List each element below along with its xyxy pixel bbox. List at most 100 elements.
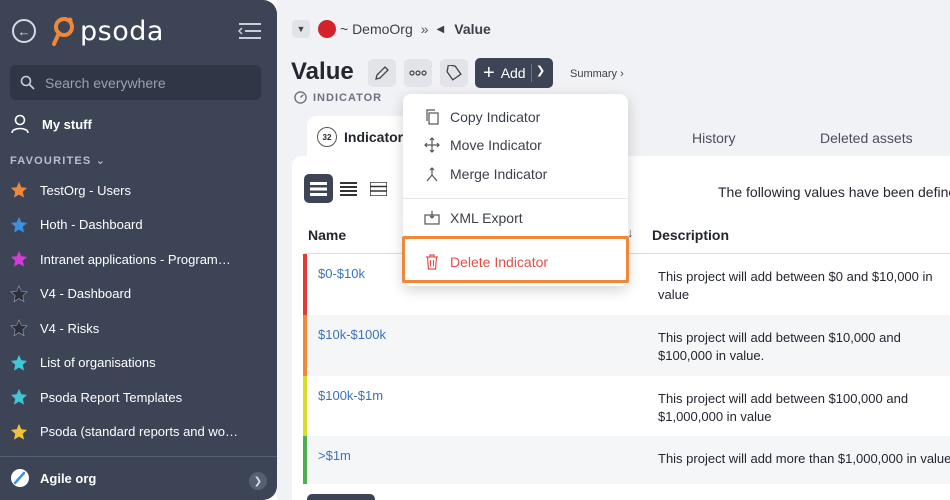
column-header-description[interactable]: Description (652, 227, 729, 243)
favourite-item[interactable]: List of organisations (10, 346, 270, 381)
tab-indicator-label: Indicator (344, 129, 404, 145)
user-icon (11, 114, 29, 134)
gauge-icon (294, 91, 307, 104)
move-icon (423, 136, 441, 154)
favourite-label: Hoth - Dashboard (40, 217, 143, 233)
org-avatar-icon (318, 20, 336, 38)
row-name-link[interactable]: $10k-$100k (318, 327, 386, 342)
page-title: Value (291, 58, 354, 85)
star-icon (10, 284, 28, 302)
tab-count-badge: 32 (317, 127, 337, 147)
summary-link[interactable]: Summary › (570, 68, 624, 80)
table-row[interactable]: $10k-$100k This project will add between… (303, 315, 950, 376)
row-color-bar (303, 436, 307, 484)
favourite-item[interactable]: TestOrg - Users (10, 173, 270, 208)
row-name-link[interactable]: >$1m (318, 448, 351, 463)
back-arrow-icon[interactable]: ← (12, 19, 36, 43)
column-header-name[interactable]: Name (308, 227, 346, 243)
star-icon (10, 216, 28, 233)
favourite-item[interactable]: Psoda Report Templates (10, 380, 270, 415)
menu-item-label: XML Export (450, 210, 523, 226)
search-input[interactable] (45, 74, 255, 91)
favourite-item[interactable]: Intranet applications - Programme... (10, 242, 270, 277)
org-icon (11, 469, 29, 487)
row-description: This project will add between $10,000 an… (658, 330, 901, 363)
collapse-sidebar-icon[interactable] (237, 21, 263, 41)
star-icon (10, 389, 28, 405)
row-description: This project will add between $100,000 a… (658, 391, 909, 424)
copy-icon (423, 108, 441, 126)
table-row[interactable]: $100k-$1m This project will add between … (303, 376, 950, 437)
tab-history[interactable]: History (692, 130, 736, 146)
favourite-label: Psoda Report Templates (40, 389, 183, 405)
tab-indicator[interactable]: 32 Indicator (307, 116, 412, 158)
org-switcher[interactable]: Agile org (10, 468, 96, 488)
compact-view-button[interactable] (334, 174, 363, 203)
sidebar-divider (0, 456, 277, 457)
dense-view-button[interactable] (364, 174, 393, 203)
favourite-item[interactable]: Psoda (standard reports and work... (10, 415, 270, 450)
favourite-item[interactable]: Hoth - Dashboard (10, 208, 270, 243)
favourite-label: Intranet applications - Programme... (40, 251, 240, 267)
view-toggle (304, 174, 394, 203)
global-search[interactable] (10, 65, 261, 100)
org-switcher-label: Agile org (40, 470, 97, 486)
row-name-link[interactable]: $100k-$1m (318, 388, 383, 403)
edit-button[interactable] (368, 59, 396, 87)
psoda-logo[interactable]: psoda (50, 14, 164, 48)
favourite-item[interactable]: V4 - Risks (10, 311, 270, 346)
favourites-list: TestOrg - Users Hoth - Dashboard Intrane… (10, 173, 270, 449)
menu-item-label: Copy Indicator (450, 109, 541, 125)
my-stuff-label: My stuff (42, 116, 92, 132)
row-color-bar (303, 315, 307, 376)
tab-deleted-assets[interactable]: Deleted assets (820, 130, 913, 146)
chevron-down-icon[interactable]: ❯ (536, 64, 545, 77)
menu-item-label: Move Indicator (450, 137, 542, 153)
menu-item-merge[interactable]: Merge Indicator (423, 165, 547, 183)
favourite-label: V4 - Dashboard (40, 286, 132, 302)
breadcrumb-dropdown-icon[interactable]: ▼ (292, 20, 310, 38)
row-name-link[interactable]: $0-$10k (318, 266, 365, 281)
my-stuff-link[interactable]: My stuff (10, 114, 92, 134)
breadcrumb: ▼ ~ DemoOrg » ◀ Value (292, 20, 491, 38)
sidebar: ← psoda My stuff FAVOURITES ⌄ (0, 0, 277, 500)
row-color-bar (303, 254, 307, 315)
asset-type-label: INDICATOR (294, 91, 382, 104)
delete-highlight-box (402, 236, 629, 283)
add-button[interactable]: + Add ❯ (475, 58, 553, 88)
add-divider (531, 64, 532, 82)
favourite-label: V4 - Risks (40, 320, 100, 336)
more-options-button[interactable] (404, 59, 432, 87)
favourite-label: Psoda (standard reports and work... (40, 424, 240, 440)
tag-button[interactable] (440, 59, 468, 87)
star-icon (10, 182, 28, 198)
xml-export-icon (423, 209, 441, 227)
list-view-button[interactable] (304, 174, 333, 203)
favourites-label: FAVOURITES (10, 155, 92, 167)
plus-icon: + (483, 62, 495, 84)
dense-view-icon (370, 181, 387, 196)
info-text: The following values have been defined (718, 184, 950, 200)
breadcrumb-org[interactable]: ~ DemoOrg (340, 21, 413, 37)
favourites-header[interactable]: FAVOURITES ⌄ (10, 154, 106, 167)
favourite-item[interactable]: V4 - Dashboard (10, 277, 270, 312)
add-label: Add (500, 65, 526, 81)
star-icon (10, 354, 28, 371)
row-description: This project will add more than $1,000,0… (658, 451, 950, 466)
search-icon (20, 75, 35, 90)
star-icon (10, 423, 28, 440)
menu-item-copy[interactable]: Copy Indicator (423, 108, 540, 126)
chevron-down-icon: ⌄ (95, 155, 107, 167)
compact-view-icon (340, 181, 357, 196)
row-color-bar (303, 376, 307, 437)
table-row[interactable]: >$1m This project will add more than $1,… (303, 436, 950, 484)
ellipsis-icon (409, 70, 427, 76)
asset-type-text: INDICATOR (313, 91, 383, 104)
chevron-right-icon[interactable]: ❯ (249, 472, 267, 490)
bottom-action-button[interactable] (307, 494, 375, 500)
caret-left-icon[interactable]: ◀ (437, 24, 445, 35)
list-view-icon (310, 181, 327, 196)
menu-item-xml-export[interactable]: XML Export (423, 209, 523, 227)
menu-item-move[interactable]: Move Indicator (423, 136, 542, 154)
merge-icon (423, 165, 441, 183)
